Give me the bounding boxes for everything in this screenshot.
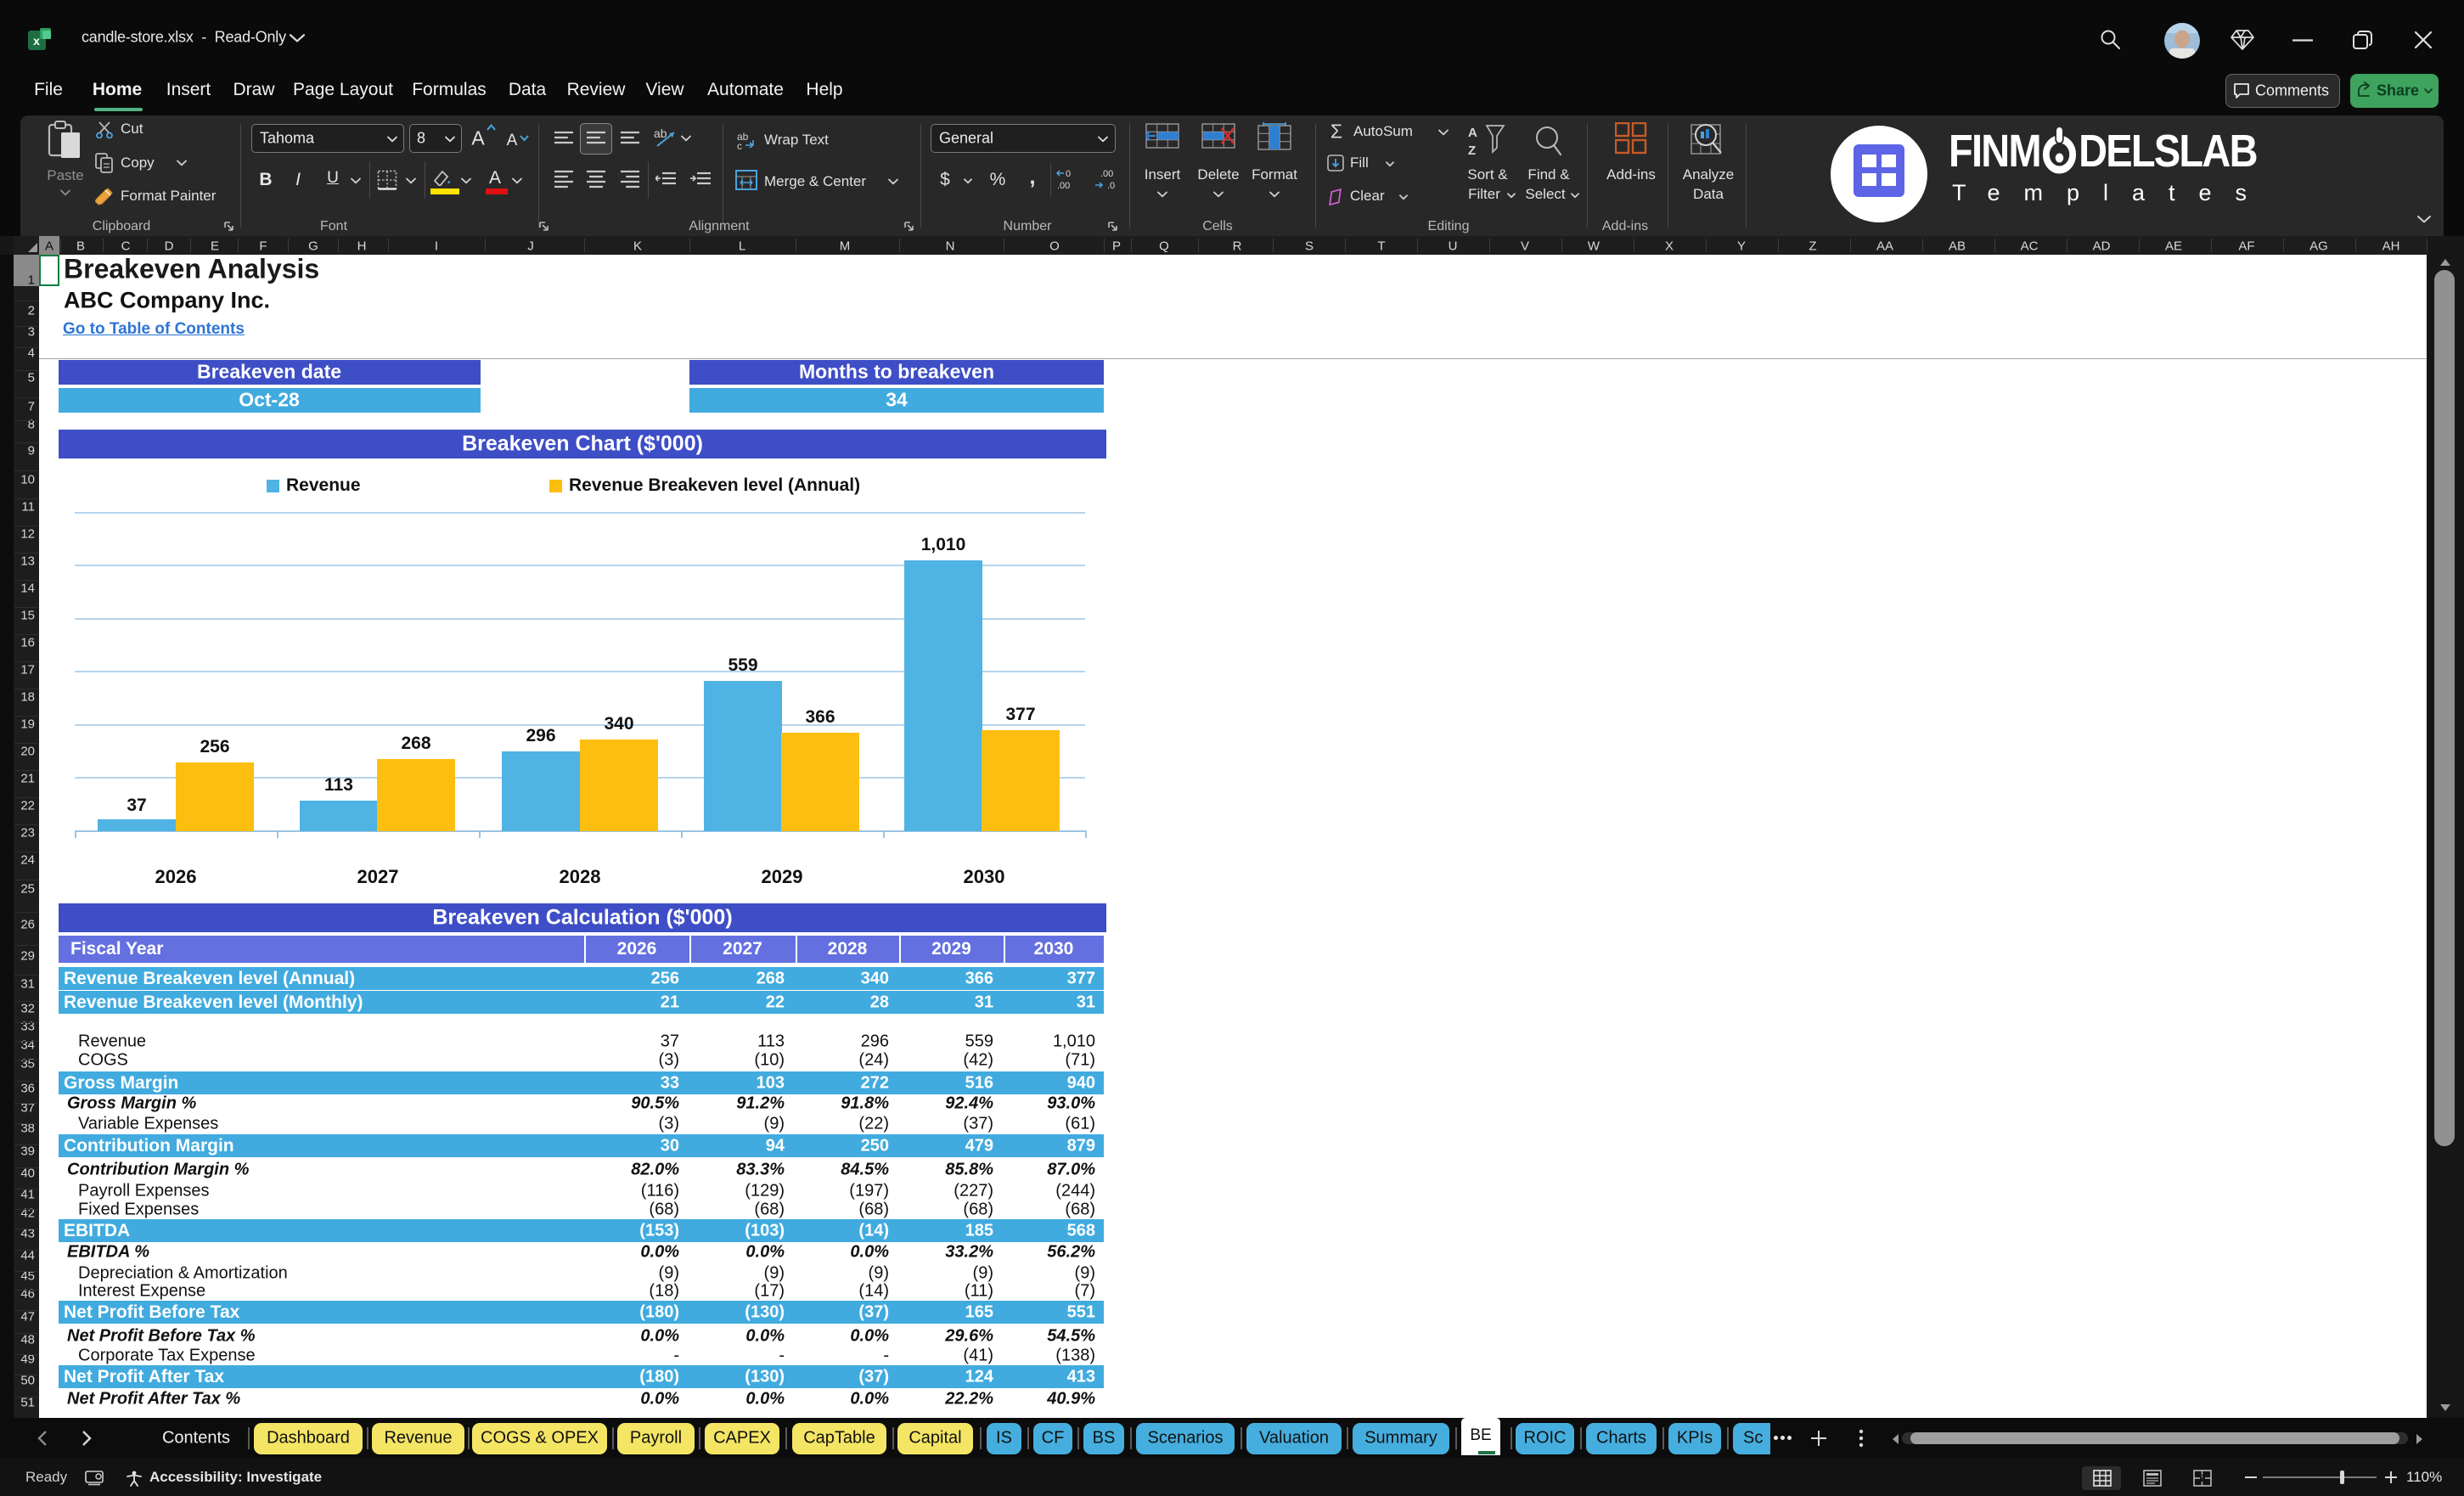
svg-text:0: 0 bbox=[1066, 169, 1071, 179]
svg-text:c: c bbox=[737, 140, 742, 150]
svg-text:ab: ab bbox=[654, 127, 667, 140]
svg-text:.00: .00 bbox=[1057, 181, 1070, 191]
svg-text:.0: .0 bbox=[1107, 181, 1115, 191]
svg-text:x: x bbox=[33, 34, 40, 48]
svg-text:.00: .00 bbox=[1100, 169, 1113, 179]
svg-text:Z: Z bbox=[1468, 143, 1476, 158]
svg-text:A: A bbox=[1468, 126, 1477, 140]
